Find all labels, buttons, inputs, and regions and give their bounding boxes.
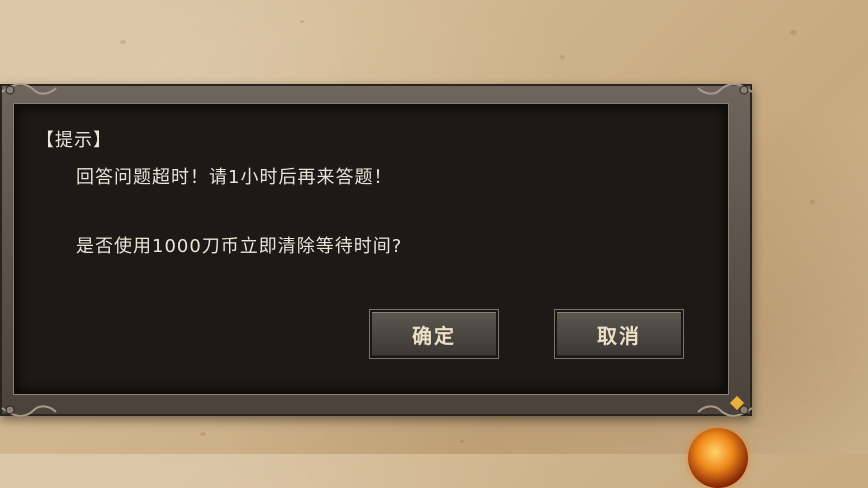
- clear-wait-question: 是否使用1000刀币立即清除等待时间?: [76, 236, 403, 257]
- dialog-title: 【提示】: [36, 130, 112, 151]
- ornate-corner-icon: [697, 405, 753, 417]
- cancel-button[interactable]: 取消: [555, 310, 683, 358]
- ornate-corner-icon: [697, 83, 753, 95]
- confirm-button[interactable]: 确定: [370, 310, 498, 358]
- timeout-message: 回答问题超时！请1小时后再来答题！: [76, 167, 393, 188]
- ornate-corner-icon: [1, 83, 57, 95]
- fire-orb-icon[interactable]: [688, 428, 748, 488]
- ornate-corner-icon: [1, 405, 57, 417]
